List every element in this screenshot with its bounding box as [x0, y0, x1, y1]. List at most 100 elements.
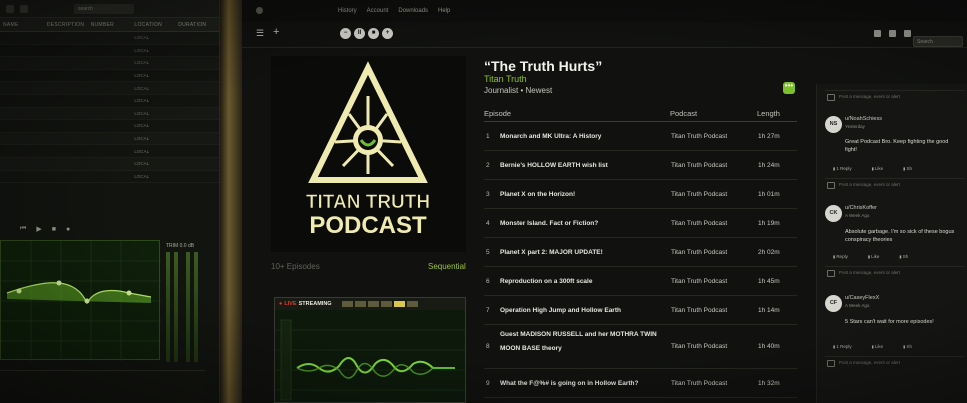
like-button[interactable]: Like — [872, 166, 883, 171]
comment-username[interactable]: u/NoahSchiess — [845, 116, 882, 122]
table-row[interactable]: LOCAL — [0, 107, 219, 121]
stream-mode-button[interactable] — [354, 301, 366, 307]
episode-number: 5 — [486, 248, 490, 256]
table-cell: LOCAL — [134, 136, 150, 142]
avatar[interactable]: CK — [825, 205, 842, 222]
left-search-input[interactable]: search — [74, 3, 134, 14]
episode-row[interactable]: 9 What the F@%# is going on in Hollow Ear… — [484, 369, 797, 398]
episode-row[interactable]: 7 Operation High Jump and Hollow Earth Tit… — [484, 296, 797, 325]
column-header[interactable]: NUMBER — [88, 22, 132, 28]
eq-curve — [1, 241, 161, 361]
comment-input[interactable]: Post a message, event or alert — [825, 178, 965, 190]
episode-row[interactable]: 6 Reproduction on a 300ft scale Titan Trut… — [484, 267, 797, 296]
table-row[interactable]: LOCAL — [0, 132, 219, 146]
rewind-icon[interactable]: ⏮ — [20, 225, 26, 233]
reply-button[interactable]: 1 Reply — [833, 344, 851, 349]
more-options-button[interactable]: ••• — [783, 82, 795, 94]
next-icon[interactable]: + — [382, 28, 393, 39]
table-row[interactable]: LOCAL — [0, 171, 219, 184]
table-cell: LOCAL — [134, 123, 150, 129]
table-row[interactable]: LOCAL — [0, 145, 219, 158]
comment-input[interactable]: Post a message, event or alert — [825, 356, 965, 368]
calendar-icon[interactable] — [904, 30, 911, 37]
table-cell: LOCAL — [134, 73, 150, 79]
tag-icon[interactable] — [874, 30, 881, 37]
podcast-column-header[interactable]: Podcast — [670, 109, 697, 118]
streaming-widget[interactable]: ● LIVE STREAMING — [274, 297, 466, 403]
episode-row[interactable]: 1 Monarch and MK Ultra: A History Titan Tr… — [484, 122, 797, 151]
table-row[interactable]: LOCAL — [0, 95, 219, 108]
reply-button[interactable]: 1 Reply — [833, 166, 851, 171]
episode-number: 3 — [486, 190, 490, 198]
share-button[interactable]: Sh — [903, 344, 912, 349]
episode-title: Monarch and MK Ultra: A History — [500, 132, 602, 140]
previous-icon[interactable]: − — [340, 28, 351, 39]
episode-length: 2h 02m — [758, 248, 780, 256]
comment-input[interactable]: Post a message, event or alert — [825, 266, 965, 278]
stream-mode-button[interactable] — [367, 301, 379, 307]
add-icon[interactable]: + — [273, 26, 279, 38]
titan-truth-logo: TITAN TRUTH PODCAST — [306, 61, 430, 239]
reply-button[interactable]: Reply — [833, 254, 848, 259]
play-icon[interactable]: ▶ — [36, 225, 41, 233]
table-row[interactable]: LOCAL — [0, 32, 219, 45]
column-header[interactable]: NAME — [0, 22, 44, 28]
search-input[interactable]: Search — [913, 36, 963, 47]
table-row[interactable]: LOCAL — [0, 120, 219, 133]
like-button[interactable]: Like — [872, 344, 883, 349]
app-logo-icon[interactable] — [256, 7, 263, 14]
episode-row[interactable]: 8 Guest MADISON RUSSELL and her MOTHRA TW… — [484, 325, 797, 369]
avatar[interactable]: CF — [825, 295, 842, 312]
stop-icon[interactable]: ■ — [52, 226, 56, 233]
episode-row[interactable]: 4 Monster Island. Fact or Fiction? Titan T… — [484, 209, 797, 238]
episode-title: Planet X on the Horizon! — [500, 190, 576, 198]
column-header[interactable]: DURATION — [175, 22, 219, 28]
podcast-artwork[interactable]: TITAN TRUTH PODCAST — [271, 56, 466, 252]
episode-length: 1h 40m — [758, 343, 780, 350]
chat-icon[interactable] — [889, 30, 896, 37]
menu-downloads[interactable]: Downloads — [398, 8, 428, 14]
avatar[interactable]: NS — [825, 116, 842, 133]
stream-mode-button[interactable] — [406, 301, 418, 307]
table-row[interactable]: LOCAL — [0, 157, 219, 171]
episode-row[interactable]: 2 Bernie’s HOLLOW EARTH wish list Titan Tr… — [484, 151, 797, 180]
window-control-icon[interactable] — [20, 4, 28, 13]
podcast-author-link[interactable]: Titan Truth — [484, 74, 527, 84]
episode-title: What the F@%# is going on in Hollow Eart… — [500, 379, 639, 387]
episode-column-header[interactable]: Episode — [484, 109, 511, 118]
like-button[interactable]: Like — [868, 254, 879, 259]
podcast-meta: Journalist • Newest — [484, 86, 553, 95]
menu-account[interactable]: Account — [367, 8, 389, 14]
record-icon[interactable]: ● — [66, 226, 70, 233]
episode-row[interactable]: 5 Planet X part 2: MAJOR UPDATE! Titan Tru… — [484, 238, 797, 267]
menu-help[interactable]: Help — [438, 8, 450, 14]
table-row[interactable]: LOCAL — [0, 57, 219, 70]
column-header[interactable]: DESCRIPTION — [44, 22, 88, 28]
window-control-icon[interactable] — [6, 4, 14, 13]
stream-mode-button[interactable] — [380, 301, 392, 307]
stop-icon[interactable]: ■ — [368, 28, 379, 39]
length-column-header[interactable]: Length — [757, 109, 780, 118]
monitor-bezel-gap — [220, 0, 242, 403]
sort-order-toggle[interactable]: Sequential — [428, 262, 466, 271]
comment-username[interactable]: u/ChrisKoffer — [845, 205, 877, 211]
menu-history[interactable]: History — [338, 8, 357, 14]
list-menu-icon[interactable]: ☰ — [256, 28, 264, 39]
equalizer-display[interactable] — [0, 240, 161, 361]
stream-mode-button-active[interactable] — [393, 301, 405, 307]
share-button[interactable]: Sh — [899, 254, 909, 259]
table-row[interactable]: LOCAL — [0, 82, 219, 95]
episode-row[interactable]: 3 Planet X on the Horizon! Titan Truth Pod… — [484, 180, 797, 209]
level-meter — [174, 252, 178, 362]
table-row[interactable]: LOCAL — [0, 70, 219, 83]
comment-input[interactable]: Post a message, event or alert — [825, 90, 965, 102]
stream-mode-buttons — [341, 301, 418, 307]
column-header[interactable]: LOCATION — [131, 22, 175, 28]
comment-username[interactable]: u/CaseyFlexX — [845, 295, 879, 301]
pause-icon[interactable]: II — [354, 28, 365, 39]
left-status-bar — [0, 370, 205, 403]
share-button[interactable]: Sh — [903, 166, 912, 171]
stream-mode-button[interactable] — [341, 301, 353, 307]
table-row[interactable]: LOCAL — [0, 45, 219, 58]
comment-time: Yesterday — [845, 124, 865, 129]
